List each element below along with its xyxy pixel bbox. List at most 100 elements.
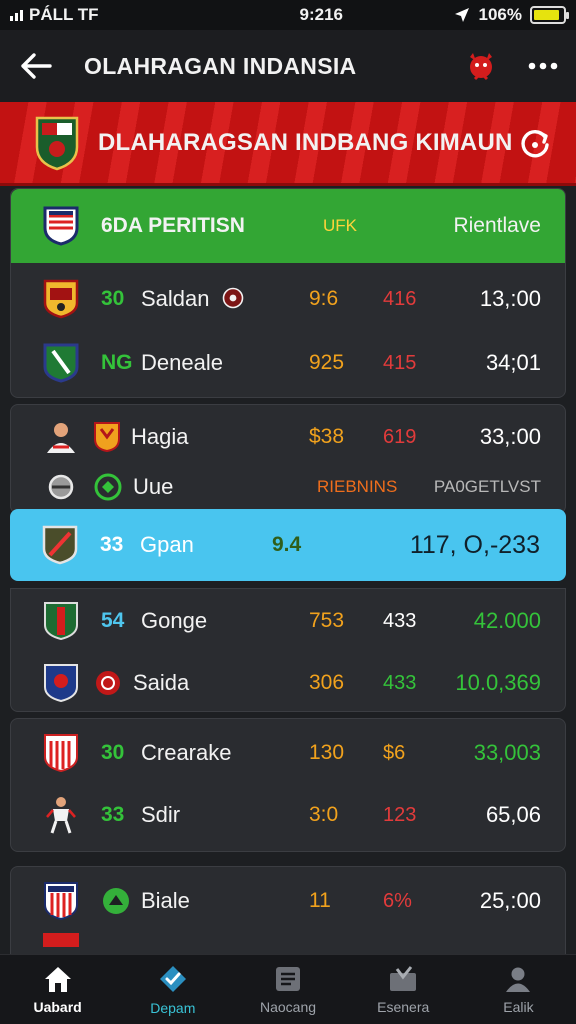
nav-item-naocang[interactable]: Naocang bbox=[230, 955, 345, 1024]
row-rank: 33 bbox=[100, 533, 124, 556]
nav-item-esenera[interactable]: Esenera bbox=[346, 955, 461, 1024]
col-goals: 416 bbox=[383, 287, 417, 310]
team-crest-icon bbox=[94, 422, 120, 453]
battery-percent: 106% bbox=[478, 5, 522, 24]
col-value: 10.0,369 bbox=[455, 670, 541, 695]
team-crest-icon bbox=[44, 882, 78, 921]
subheader-left: RIEBNINS bbox=[317, 477, 398, 496]
battery-level bbox=[534, 10, 559, 20]
location-arrow-icon bbox=[454, 8, 469, 22]
table-header: 6DA PERITISN UFK Rientlave bbox=[11, 189, 565, 263]
standings-card: 54 Gonge 753 433 42.000 Saida 306 433 10… bbox=[10, 588, 566, 712]
col-goals: 433 bbox=[383, 671, 417, 694]
col-goals: 123 bbox=[383, 803, 417, 826]
team-crest-icon bbox=[44, 664, 78, 703]
standings-list: 6DA PERITISN UFK Rientlave 30 Saldan 9:6… bbox=[10, 188, 566, 966]
arrow-left-icon[interactable] bbox=[18, 48, 54, 84]
nav-item-home[interactable]: Uabard bbox=[0, 955, 115, 1024]
triangle-badge-icon bbox=[103, 888, 129, 914]
table-row[interactable]: 30 Saldan 9:6 416 13,:00 bbox=[11, 267, 565, 331]
table-row[interactable]: Biale 11 6% 25,:00 bbox=[11, 869, 565, 933]
col-points: 925 bbox=[309, 351, 345, 374]
standings-card: Biale 11 6% 25,:00 bbox=[10, 866, 566, 966]
nav-label: Esenera bbox=[377, 998, 430, 1015]
player-icon bbox=[46, 797, 76, 834]
header-middle: UFK bbox=[323, 216, 357, 235]
list-icon bbox=[276, 966, 300, 991]
team-name: Gonge bbox=[141, 608, 208, 633]
col-points: $38 bbox=[309, 425, 345, 448]
col-points: 130 bbox=[309, 741, 345, 764]
table-row[interactable]: NG Deneale 925 415 34;01 bbox=[11, 331, 565, 395]
team-crest-icon bbox=[44, 602, 78, 641]
nav-label: Ealik bbox=[503, 998, 534, 1015]
league-crest-icon bbox=[35, 116, 79, 170]
standings-card: 30 Crearake 130 $6 33,003 33 Sdir 3:0 12… bbox=[10, 718, 566, 852]
col-value: 34;01 bbox=[485, 350, 541, 375]
bottom-nav: Uabard Depam Naocang Esenera Ealik bbox=[0, 954, 576, 1024]
table-row-partial bbox=[43, 933, 79, 947]
col-value: 13,:00 bbox=[479, 286, 541, 311]
more-dots-icon[interactable] bbox=[528, 61, 558, 71]
col-points: 306 bbox=[309, 671, 345, 694]
subheader-right: PA0GETLVST bbox=[433, 477, 541, 496]
header-right: Rientlave bbox=[453, 214, 541, 237]
col-value: 42.000 bbox=[473, 608, 541, 633]
team-name: Saldan bbox=[141, 286, 309, 312]
team-badge-icon bbox=[96, 671, 120, 695]
table-row[interactable]: Saida 306 433 10.0,369 bbox=[11, 651, 565, 711]
row-rank: 33 bbox=[101, 803, 125, 826]
battery-icon bbox=[530, 6, 569, 24]
status-time: 9:216 bbox=[299, 5, 343, 24]
header-label: 6DA PERITISN bbox=[101, 214, 245, 237]
col-value: 65,06 bbox=[485, 802, 541, 827]
player-avatar-icon bbox=[47, 423, 75, 453]
col-value: 33,:00 bbox=[479, 424, 541, 449]
refresh-icon[interactable] bbox=[518, 126, 552, 160]
col-points: 11 bbox=[309, 889, 331, 912]
col-points: 753 bbox=[309, 609, 345, 632]
nav-item-ealik[interactable]: Ealik bbox=[461, 955, 576, 1024]
team-name: Uue bbox=[133, 474, 174, 499]
col-points: 9:6 bbox=[309, 287, 339, 310]
col-goals: 6% bbox=[383, 889, 412, 912]
app-bar: OLAHRAGAN INDANSIA bbox=[0, 30, 576, 102]
table-row[interactable]: Uue RIEBNINS PA0GETLVST bbox=[11, 459, 565, 513]
nav-label: Naocang bbox=[259, 998, 317, 1015]
col-goals: 415 bbox=[383, 351, 417, 374]
team-name: Hagia bbox=[131, 424, 189, 449]
carrier-text: PÁLL TF bbox=[29, 5, 99, 24]
red-mascot-icon[interactable] bbox=[464, 49, 498, 83]
col-points: 9.4 bbox=[272, 533, 302, 556]
table-row[interactable]: 54 Gonge 753 433 42.000 bbox=[11, 589, 565, 653]
team-crest-icon bbox=[44, 734, 78, 773]
table-row[interactable]: 33 Sdir 3:0 123 65,06 bbox=[11, 783, 565, 847]
highlighted-row[interactable]: 33 Gpan 9.4 117, O,-233 bbox=[10, 509, 566, 581]
team-name: Deneale bbox=[141, 350, 223, 375]
col-goals: $6 bbox=[383, 741, 406, 764]
team-name: Crearake bbox=[141, 740, 232, 765]
check-shield-icon bbox=[159, 965, 186, 992]
col-points: 3:0 bbox=[309, 803, 339, 826]
shield-icon bbox=[43, 206, 79, 246]
ball-icon bbox=[222, 287, 243, 309]
row-rank: 54 bbox=[101, 609, 125, 632]
row-rank: NG bbox=[101, 351, 133, 374]
team-crest-icon bbox=[43, 343, 79, 383]
nav-label: Depam bbox=[150, 999, 196, 1016]
home-icon bbox=[44, 966, 71, 992]
banner-title: DLAHARAGSAN INDBANG KIMAUN bbox=[98, 128, 513, 156]
ballot-icon bbox=[390, 965, 417, 991]
helmet-icon bbox=[48, 474, 74, 500]
col-value: 33,003 bbox=[473, 740, 541, 765]
league-banner: DLAHARAGSAN INDBANG KIMAUN bbox=[0, 102, 576, 186]
team-name: Biale bbox=[141, 888, 190, 913]
user-icon bbox=[506, 967, 531, 992]
table-row[interactable]: 30 Crearake 130 $6 33,003 bbox=[11, 721, 565, 785]
team-name: Saida bbox=[133, 670, 190, 695]
col-value: 117, O,-233 bbox=[409, 530, 540, 559]
nav-item-depam[interactable]: Depam bbox=[115, 955, 230, 1024]
standings-card: Hagia $38 619 33,:00 Uue RIEBNINS PA0GET… bbox=[10, 404, 566, 514]
row-rank: 30 bbox=[101, 741, 125, 764]
recycle-icon bbox=[94, 473, 122, 501]
